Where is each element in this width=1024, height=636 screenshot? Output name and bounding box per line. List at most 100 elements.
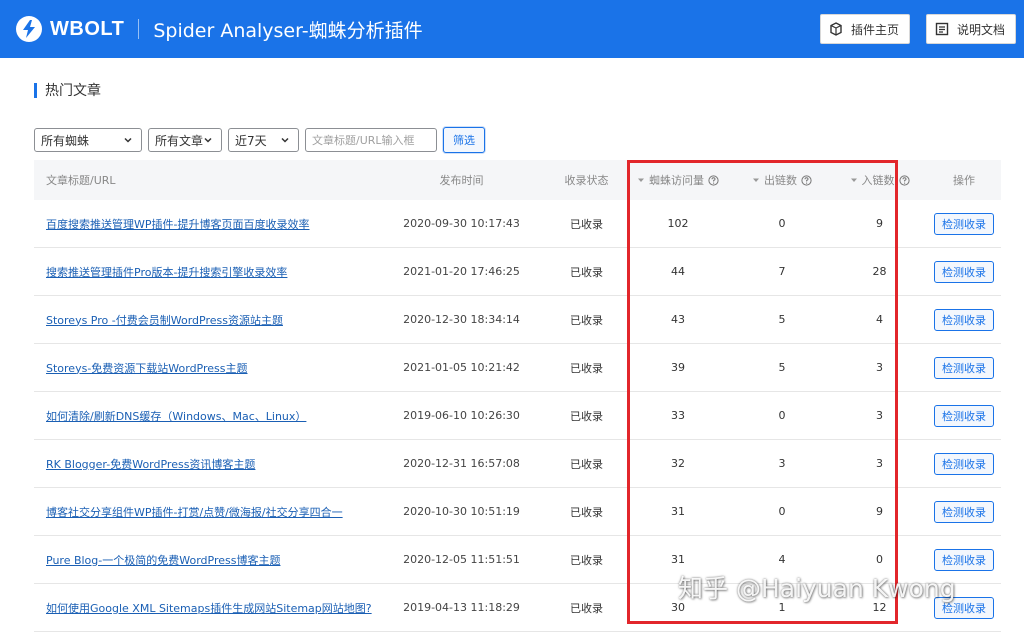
column-header-spider-visits[interactable]: 蜘蛛访问量 [624,172,732,188]
row-date: 2020-09-30 10:17:43 [403,217,520,230]
row-actions: 检测收录 [927,260,1001,283]
row-title-cell: 搜索推送管理插件Pro版本-提升搜索引擎收录效率 [34,264,374,280]
bolt-icon [16,16,42,42]
row-inbound-links: 3 [876,457,883,470]
row-inbound-links: 3 [876,409,883,422]
article-title-link[interactable]: 如何使用Google XML Sitemaps插件生成网站Sitemap网站地图… [46,602,372,615]
outbound-links-label: 出链数 [764,174,797,187]
check-index-button[interactable]: 检测收录 [934,356,994,379]
column-header-title: 文章标题/URL [46,174,116,187]
column-header-actions: 操作 [953,174,975,187]
row-title-cell: 博客社交分享组件WP插件-打赏/点赞/微海报/社交分享四合一 [34,504,374,520]
row-spider-visits: 33 [671,409,685,422]
help-icon[interactable] [708,174,719,186]
app-title: Spider Analyser-蜘蛛分析插件 [153,19,423,42]
column-header-inbound-links[interactable]: 入链数 [832,172,927,188]
table-header: 文章标题/URL 发布时间 收录状态 蜘蛛访问量 出链数 入链数 操作 [34,160,1001,200]
row-date: 2019-06-10 10:26:30 [403,409,520,422]
row-outbound-links: 0 [778,217,786,230]
row-status: 已收录 [570,265,603,279]
row-status: 已收录 [570,457,603,471]
article-select-value: 所有文章 [155,133,204,148]
filter-button[interactable]: 筛选 [443,127,485,153]
period-select[interactable]: 近7天 [228,128,299,152]
document-icon [935,22,949,36]
row-title-cell: 如何使用Google XML Sitemaps插件生成网站Sitemap网站地图… [34,600,374,616]
article-title-link[interactable]: RK Blogger-免费WordPress资讯博客主题 [46,458,255,471]
row-spider-visits: 31 [671,553,685,566]
check-index-button[interactable]: 检测收录 [934,212,994,235]
section-title-text: 热门文章 [45,83,101,99]
documentation-label: 说明文档 [956,22,1005,37]
plugin-home-button[interactable]: 插件主页 [819,14,910,44]
cube-icon [829,22,843,36]
column-header-status: 收录状态 [564,174,609,187]
article-select[interactable]: 所有文章 [148,128,222,152]
check-index-button[interactable]: 检测收录 [934,548,994,571]
check-index-button[interactable]: 检测收录 [934,308,994,331]
section-accent-bar [34,82,37,98]
article-title-link[interactable]: Storeys-免费资源下载站WordPress主题 [46,362,248,375]
row-outbound-links: 3 [778,457,786,470]
article-title-link[interactable]: Pure Blog-一个极简的免费WordPress博客主题 [46,554,280,567]
spider-select[interactable]: 所有蜘蛛 [34,128,142,152]
table-body: 百度搜索推送管理WP插件-提升博客页面百度收录效率 2020-09-30 10:1… [34,200,1001,632]
header-bar: WBOLT Spider Analyser-蜘蛛分析插件 插件主页 说明文档 [0,0,1024,58]
table-row: Storeys-免费资源下载站WordPress主题 2021-01-05 10:… [34,344,1001,392]
row-outbound-links: 5 [778,313,786,326]
table-row: 博客社交分享组件WP插件-打赏/点赞/微海报/社交分享四合一 2020-10-30… [34,488,1001,536]
documentation-button[interactable]: 说明文档 [925,14,1016,44]
row-spider-visits: 43 [671,313,685,326]
table-row: 百度搜索推送管理WP插件-提升博客页面百度收录效率 2020-09-30 10:1… [34,200,1001,248]
row-inbound-links: 9 [876,217,883,230]
sort-caret-icon [752,176,760,184]
table-row: Storeys Pro -付费会员制WordPress资源站主题 2020-12-… [34,296,1001,344]
row-status: 已收录 [570,217,603,231]
row-status: 已收录 [570,553,603,567]
search-input[interactable] [305,128,437,152]
help-icon[interactable] [898,174,910,186]
row-title-cell: Storeys Pro -付费会员制WordPress资源站主题 [34,312,374,328]
row-title-cell: RK Blogger-免费WordPress资讯博客主题 [34,456,374,472]
inbound-links-label: 入链数 [861,174,895,187]
chevron-down-icon [280,135,290,145]
article-title-link[interactable]: 搜索推送管理插件Pro版本-提升搜索引擎收录效率 [46,266,287,279]
row-spider-visits: 102 [667,217,689,230]
check-index-button[interactable]: 检测收录 [934,500,994,523]
row-actions: 检测收录 [927,212,1001,235]
plugin-home-label: 插件主页 [850,22,899,37]
row-outbound-links: 7 [778,265,786,278]
table-row: 搜索推送管理插件Pro版本-提升搜索引擎收录效率 2021-01-20 17:46… [34,248,1001,296]
row-spider-visits: 44 [671,265,685,278]
section-title: 热门文章 [34,80,101,100]
article-title-link[interactable]: 博客社交分享组件WP插件-打赏/点赞/微海报/社交分享四合一 [46,506,343,519]
row-date: 2020-12-31 16:57:08 [403,457,520,470]
row-title-cell: 如何清除/刷新DNS缓存（Windows、Mac、Linux） [34,408,374,424]
header-actions: 插件主页 说明文档 [819,14,1016,44]
check-index-button[interactable]: 检测收录 [934,452,994,475]
row-date: 2021-01-05 10:21:42 [403,361,520,374]
help-icon[interactable] [801,174,812,186]
row-outbound-links: 0 [778,409,786,422]
check-index-button[interactable]: 检测收录 [934,404,994,427]
row-inbound-links: 4 [876,313,883,326]
watermark: 知乎 @Haiyuan Kwong [678,574,956,603]
row-date: 2021-01-20 17:46:25 [403,265,520,278]
check-index-button[interactable]: 检测收录 [934,260,994,283]
row-actions: 检测收录 [927,548,1001,571]
row-outbound-links: 4 [778,553,786,566]
row-actions: 检测收录 [927,452,1001,475]
row-outbound-links: 0 [778,505,786,518]
row-spider-visits: 32 [671,457,685,470]
article-title-link[interactable]: 百度搜索推送管理WP插件-提升博客页面百度收录效率 [46,218,309,231]
filter-bar: 所有蜘蛛 所有文章 近7天 筛选 [34,127,485,153]
column-header-outbound-links[interactable]: 出链数 [732,172,832,188]
row-inbound-links: 0 [876,553,883,566]
brand-name: WBOLT [50,17,125,40]
brand-logo[interactable]: WBOLT [16,16,124,42]
row-actions: 检测收录 [927,500,1001,523]
article-title-link[interactable]: Storeys Pro -付费会员制WordPress资源站主题 [46,314,283,327]
article-title-link[interactable]: 如何清除/刷新DNS缓存（Windows、Mac、Linux） [46,410,306,423]
row-outbound-links: 5 [778,361,786,374]
sort-caret-icon [637,176,645,184]
